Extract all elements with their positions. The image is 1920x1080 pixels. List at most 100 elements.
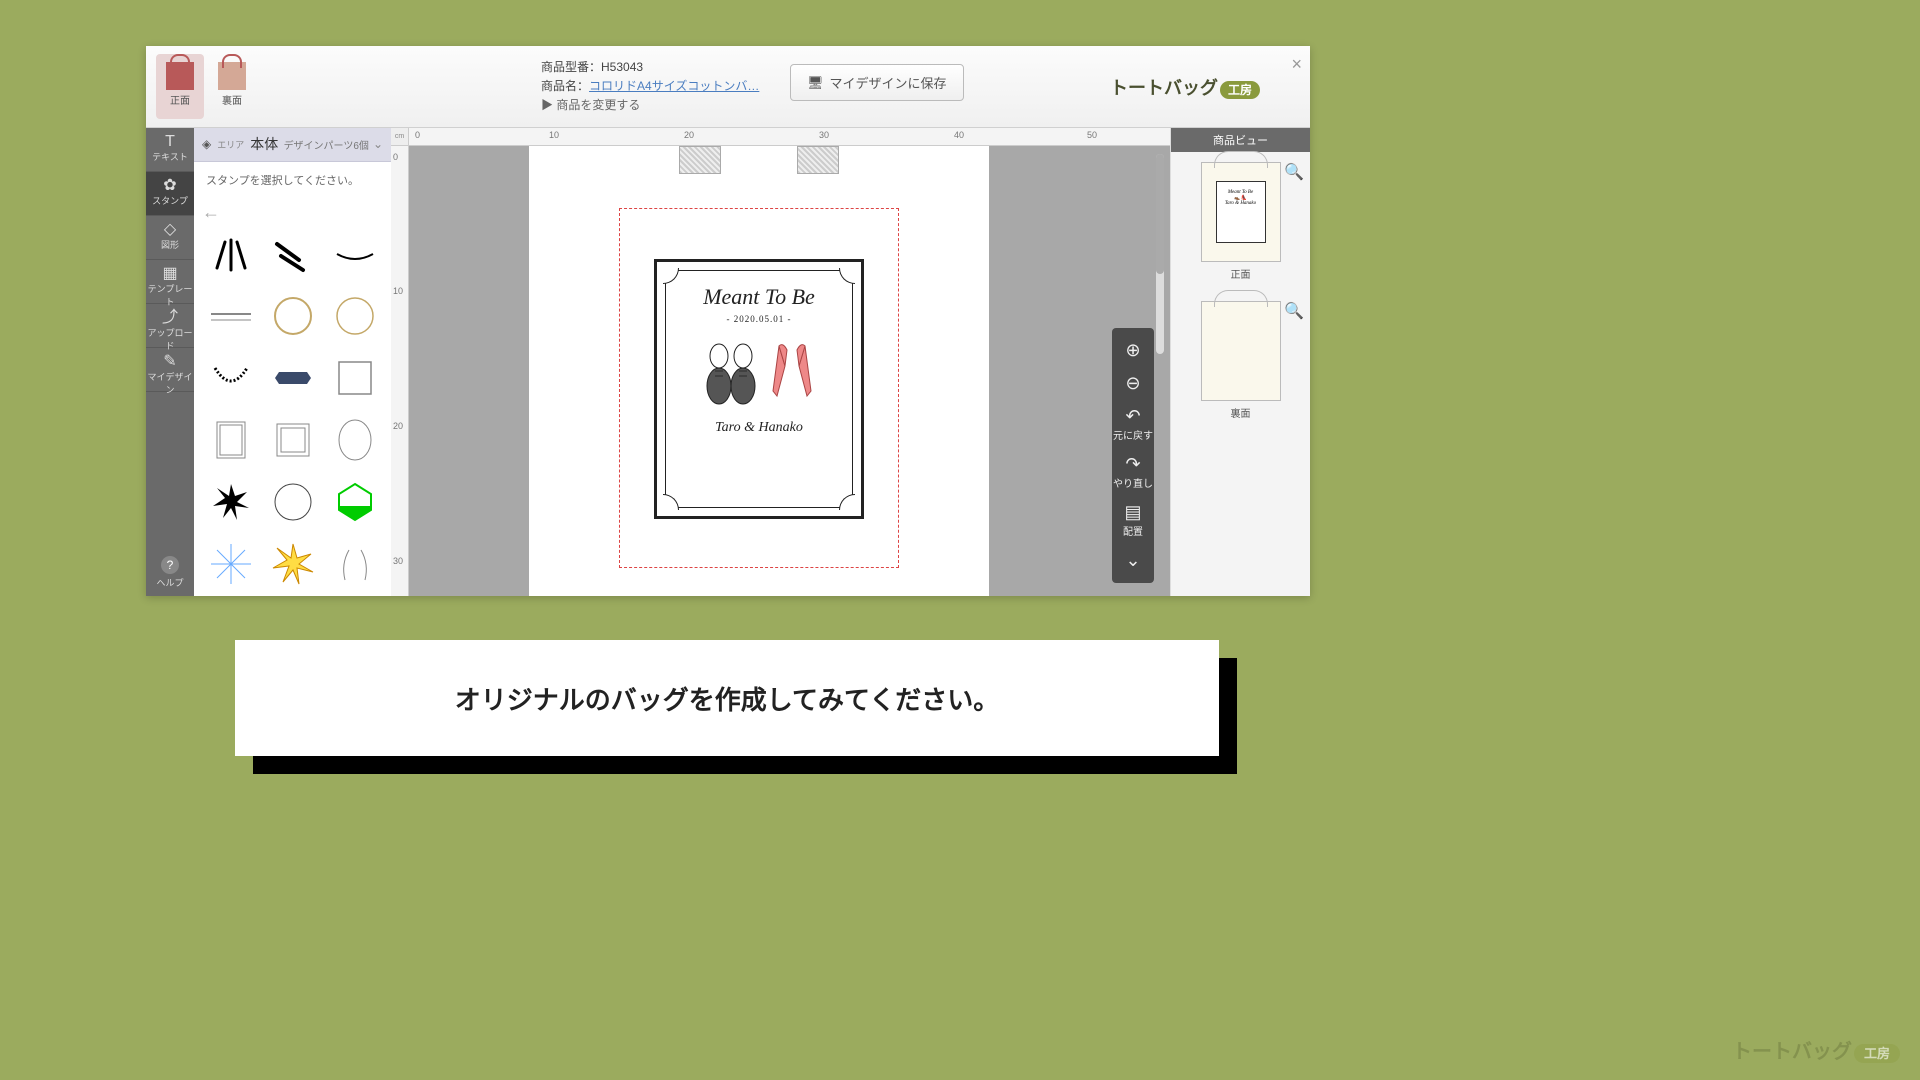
monitor-icon: 🖥 xyxy=(807,75,824,91)
design-frame[interactable]: Meant To Be - 2020.05.01 - xyxy=(654,259,864,519)
ruler-h-tick: 50 xyxy=(1087,130,1097,140)
tool-template[interactable]: ▦テンプレート xyxy=(146,260,194,304)
top-bar: 正面 裏面 商品型番：H53043 商品名：コロリドA4サイズコットンバ… ▶ … xyxy=(146,46,1310,128)
caption-text: オリジナルのバッグを作成してみてください。 xyxy=(455,680,999,717)
stamp-burst-yellow[interactable] xyxy=(266,537,320,591)
view-tabs: 正面 裏面 xyxy=(146,46,266,127)
tab-back[interactable]: 裏面 xyxy=(208,54,256,119)
magnify-icon[interactable]: 🔍 xyxy=(1284,301,1304,321)
help-label: ヘルプ xyxy=(156,578,183,588)
stamp-eyelash[interactable] xyxy=(328,227,382,281)
tab-back-label: 裏面 xyxy=(208,92,256,107)
magnify-icon[interactable]: 🔍 xyxy=(1284,162,1304,182)
product-name-link[interactable]: コロリドA4サイズコットンバ… xyxy=(589,79,759,93)
preview-front-label: 正面 xyxy=(1179,266,1302,281)
back-arrow[interactable]: ← xyxy=(194,198,391,227)
change-product-link[interactable]: ▶ 商品を変更する xyxy=(541,96,759,115)
stamp-rect-frame[interactable] xyxy=(204,413,258,467)
stamp-square-double[interactable] xyxy=(266,413,320,467)
stamp-grid xyxy=(194,227,391,596)
ruler-vertical: 0 10 20 30 xyxy=(391,146,409,596)
redo-label: やり直し xyxy=(1113,479,1153,490)
watermark-badge: 工房 xyxy=(1854,1044,1900,1063)
ruler-h-tick: 40 xyxy=(954,130,964,140)
tab-front[interactable]: 正面 xyxy=(156,54,204,119)
tab-front-label: 正面 xyxy=(156,92,204,107)
canvas-wrapper: cm 0 10 20 30 40 50 0 10 20 30 xyxy=(391,128,1170,596)
stamp-sparkle-blue[interactable] xyxy=(204,537,258,591)
tool-text[interactable]: Tテキスト xyxy=(146,128,194,172)
tool-mydesign[interactable]: ✎マイデザイン xyxy=(146,348,194,392)
template-icon: ▦ xyxy=(146,266,194,282)
stamp-speed-lines[interactable] xyxy=(266,227,320,281)
stamp-burst-black[interactable] xyxy=(204,475,258,529)
bag-handles xyxy=(629,146,889,176)
save-design-button[interactable]: 🖥 マイデザインに保存 xyxy=(790,64,964,101)
product-meta: 商品型番：H53043 商品名：コロリドA4サイズコットンバ… ▶ 商品を変更す… xyxy=(541,58,759,116)
watermark-logo: トートバッグ工房 xyxy=(1732,1035,1900,1064)
stamp-circle-gold-2[interactable] xyxy=(328,289,382,343)
preview-bag-back xyxy=(1201,301,1281,401)
ruler-v-tick: 0 xyxy=(393,152,398,162)
zoom-in-icon: ⊕ xyxy=(1112,340,1154,361)
instruction-text: スタンプを選択してください。 xyxy=(206,172,359,188)
shape-icon: ◇ xyxy=(146,222,194,238)
undo-button[interactable]: ↶元に戻す xyxy=(1112,400,1154,448)
align-label: 配置 xyxy=(1123,527,1143,538)
zoom-out-button[interactable]: ⊖ xyxy=(1112,367,1154,400)
stamp-necklace[interactable] xyxy=(204,351,258,405)
canvas-scrollbar[interactable] xyxy=(1156,154,1164,354)
stamp-circle-thin[interactable] xyxy=(266,475,320,529)
text-icon: T xyxy=(146,134,194,150)
product-code-label: 商品型番： xyxy=(541,60,601,74)
product-view-header: 商品ビュー xyxy=(1171,128,1310,152)
stamp-burst-lines[interactable] xyxy=(204,227,258,281)
stamp-laurel[interactable] xyxy=(328,537,382,591)
help-button[interactable]: ? ヘルプ xyxy=(146,552,194,596)
tool-shape[interactable]: ◇ 図形 xyxy=(146,216,194,260)
close-button[interactable]: × xyxy=(1291,54,1302,75)
ruler-h-tick: 20 xyxy=(684,130,694,140)
align-icon: ▤ xyxy=(1112,502,1154,523)
design-canvas[interactable]: Meant To Be - 2020.05.01 - xyxy=(409,146,1170,596)
mini-design: Meant To Be👞👠Taro & Hanako xyxy=(1216,181,1266,243)
stamp-oval[interactable] xyxy=(328,413,382,467)
print-area[interactable]: Meant To Be - 2020.05.01 - xyxy=(619,208,899,568)
caption-overlay: オリジナルのバッグを作成してみてください。 xyxy=(235,640,1219,756)
stamp-square-frame[interactable] xyxy=(328,351,382,405)
preview-back-label: 裏面 xyxy=(1179,405,1302,420)
stamp-hexagon-green[interactable] xyxy=(328,475,382,529)
brand-logo: トートバッグ工房 xyxy=(1110,74,1260,100)
expand-button[interactable]: ⌄ xyxy=(1112,544,1154,577)
redo-button[interactable]: ↷やり直し xyxy=(1112,448,1154,496)
stamp-underline[interactable] xyxy=(204,289,258,343)
bag-back-icon xyxy=(214,54,250,90)
logo-badge: 工房 xyxy=(1220,81,1260,99)
layers-icon: ◈ xyxy=(202,137,211,151)
preview-back[interactable]: 🔍 裏面 xyxy=(1171,291,1310,430)
product-view-column: 商品ビュー 🔍 Meant To Be👞👠Taro & Hanako 正面 🔍 … xyxy=(1170,128,1310,596)
product-code-value: H53043 xyxy=(601,60,643,74)
stamp-column: ◈ エリア 本体 デザインパーツ6個 ⌄ スタンプを選択してください。 ← xyxy=(194,128,391,596)
help-icon: ? xyxy=(161,556,179,574)
design-editor-app: 正面 裏面 商品型番：H53043 商品名：コロリドA4サイズコットンバ… ▶ … xyxy=(146,46,1310,596)
tool-shape-label: 図形 xyxy=(161,240,179,250)
ruler-v-tick: 30 xyxy=(393,556,403,566)
area-title: 本体 xyxy=(250,134,278,154)
stamp-icon: ✿ xyxy=(146,178,194,194)
zoom-in-button[interactable]: ⊕ xyxy=(1112,334,1154,367)
tool-upload[interactable]: ⤴アップロード xyxy=(146,304,194,348)
stamp-circle-gold[interactable] xyxy=(266,289,320,343)
save-button-label: マイデザインに保存 xyxy=(830,73,947,92)
zoom-out-icon: ⊖ xyxy=(1112,373,1154,394)
align-button[interactable]: ▤ 配置 xyxy=(1112,496,1154,544)
chevron-down-icon: ⌄ xyxy=(1112,550,1154,571)
zoom-controls: ⊕ ⊖ ↶元に戻す ↷やり直し ▤ 配置 ⌄ xyxy=(1112,328,1154,583)
preview-front[interactable]: 🔍 Meant To Be👞👠Taro & Hanako 正面 xyxy=(1171,152,1310,291)
mydesign-icon: ✎ xyxy=(146,354,194,370)
ruler-corner: cm xyxy=(391,128,409,146)
stamp-ribbon-navy[interactable] xyxy=(266,351,320,405)
tool-stamp[interactable]: ✿スタンプ xyxy=(146,172,194,216)
area-header[interactable]: ◈ エリア 本体 デザインパーツ6個 ⌄ xyxy=(194,128,391,162)
main-area: Tテキスト ✿スタンプ ◇図形 ▦テンプレート ⤴アップロード ✎マイデザイン … xyxy=(146,128,1310,596)
